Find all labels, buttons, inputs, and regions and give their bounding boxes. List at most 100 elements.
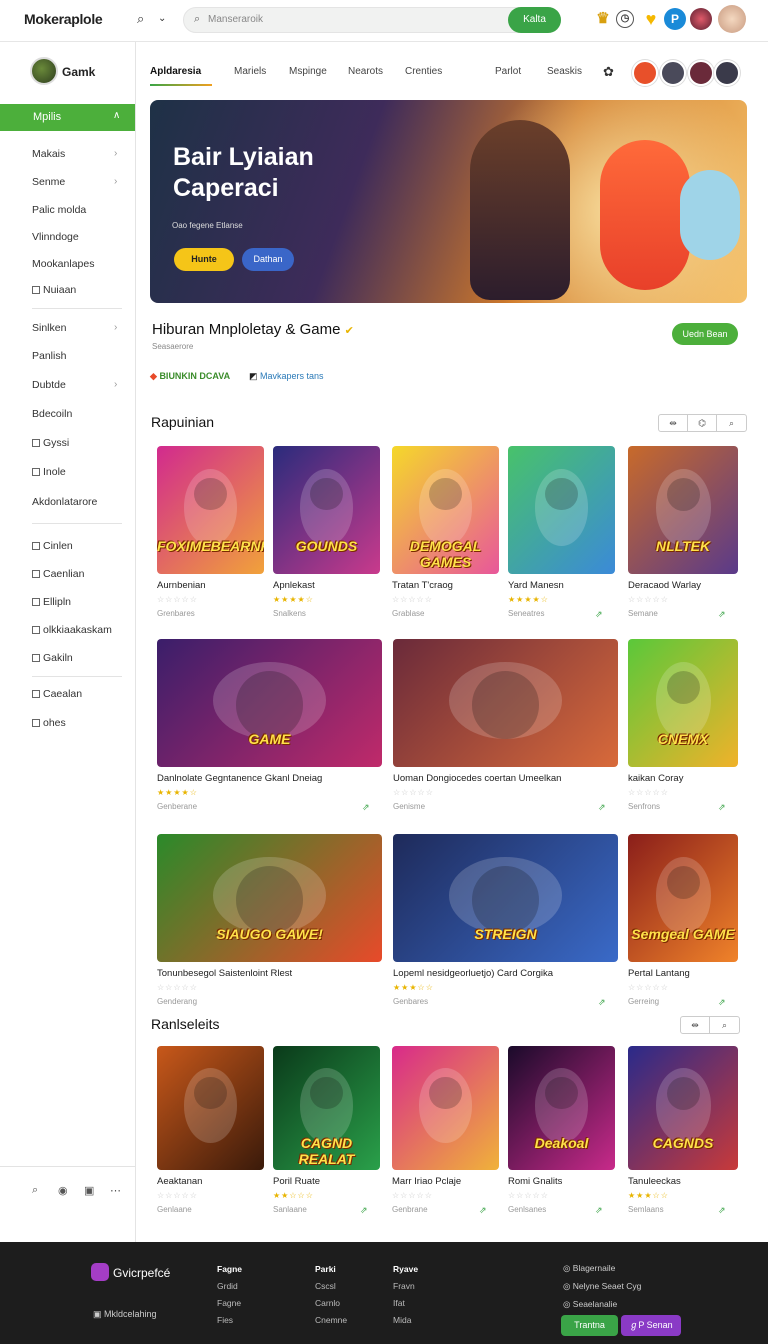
footer-link[interactable]: Fagne — [217, 1295, 242, 1312]
search-bar[interactable]: ⌕ Manseraroik Kalta — [183, 7, 561, 33]
site-logo[interactable]: Mokeraplole — [24, 11, 103, 27]
game-title[interactable]: Romi Gnalits — [508, 1176, 562, 1187]
sidebar-item-check[interactable]: Gakiln — [32, 652, 73, 664]
game-thumbnail[interactable]: GOUNDS — [273, 446, 380, 574]
game-thumbnail[interactable]: Deakoal — [508, 1046, 615, 1170]
game-title[interactable]: Lopeml nesidgeorluetjo) Card Corgika — [393, 968, 553, 979]
game-card[interactable]: CNEMX kaikan Coray ☆☆☆☆☆ Senfrons ⇗ — [628, 639, 738, 813]
search-button[interactable]: Kalta — [508, 7, 561, 33]
user-avatar[interactable] — [690, 8, 712, 30]
search-icon[interactable]: ⌕ — [32, 1184, 38, 1197]
footer-list-item[interactable]: ◎ Blagernaile — [563, 1259, 641, 1277]
game-card[interactable]: GAME Danlnolate Gegntanence Gkanl Dneiag ★… — [157, 639, 382, 813]
tab[interactable]: Mspinge — [289, 66, 327, 77]
filter-icon[interactable]: ⇹ — [681, 1017, 710, 1033]
game-thumbnail[interactable]: CNEMX — [628, 639, 738, 767]
game-thumbnail[interactable]: DEMOGAL GAMES — [392, 446, 499, 574]
footer-link[interactable]: Ifat — [393, 1295, 418, 1312]
tab[interactable]: Parlot — [495, 66, 521, 77]
game-title[interactable]: kaikan Coray — [628, 773, 683, 784]
game-card[interactable]: CAGND REALAT Poril Ruate ★★☆☆☆ Sanlaane ⇗ — [273, 1046, 380, 1216]
game-thumbnail[interactable]: FOXIMEBEARNK — [157, 446, 264, 574]
game-thumbnail[interactable]: SIAUGO GAWE! — [157, 834, 382, 962]
game-title[interactable]: Deracaod Warlay — [628, 580, 701, 591]
game-card[interactable]: FOXIMEBEARNK Aurnbenian ☆☆☆☆☆ Grenbares — [157, 446, 264, 620]
trophy-icon[interactable]: ♛ — [592, 8, 614, 30]
footer-link[interactable]: Cscsl — [315, 1278, 347, 1295]
heart-icon[interactable]: ♥ — [640, 8, 662, 30]
game-card[interactable]: Marr Iriao Pclaje ☆☆☆☆☆ Genbrane ⇗ — [392, 1046, 499, 1216]
badge[interactable]: ◩ Mavkapers tans — [249, 371, 324, 382]
game-thumbnail[interactable]: NLLTEK — [628, 446, 738, 574]
info-icon[interactable]: ◉ — [58, 1184, 68, 1197]
game-title[interactable]: Aeaktanan — [157, 1176, 202, 1187]
search-icon[interactable]: ⌕ — [137, 11, 144, 27]
sidebar-item-check[interactable]: Ellipln — [32, 596, 71, 608]
sidebar-item-check[interactable]: Caenlian — [32, 568, 84, 580]
game-title[interactable]: Apnlekast — [273, 580, 315, 591]
game-thumbnail[interactable]: Semgeal GAME — [628, 834, 738, 962]
footer-purple-button[interactable]: ℊP Senan — [621, 1315, 681, 1336]
footer-list-item[interactable]: ◎ Seaelanalie — [563, 1295, 641, 1313]
user-avatar[interactable] — [632, 60, 658, 86]
sort-icon[interactable]: ⌬ — [688, 415, 717, 431]
sidebar-item-check[interactable]: Caealan — [32, 688, 82, 700]
sidebar-item-check[interactable]: Nuiaan — [32, 284, 76, 296]
game-card[interactable]: DEMOGAL GAMES Tratan T'craog ☆☆☆☆☆ Grablase — [392, 446, 499, 620]
tab[interactable]: Nearots — [348, 66, 383, 77]
search-input[interactable]: Manseraroik — [208, 14, 263, 25]
sidebar-item[interactable]: Sinlken — [32, 322, 66, 334]
game-thumbnail[interactable]: CAGND REALAT — [273, 1046, 380, 1170]
game-thumbnail[interactable] — [393, 639, 618, 767]
sidebar-item[interactable]: Makais — [32, 148, 65, 160]
tab[interactable]: Apldaresia — [150, 66, 201, 77]
footer-logo[interactable]: Gvicrpefcé — [91, 1263, 170, 1281]
game-card[interactable]: GOUNDS Apnlekast ★★★★☆ Snalkens — [273, 446, 380, 620]
user-avatar[interactable] — [688, 60, 714, 86]
game-card[interactable]: Yard Manesn ★★★★☆ Seneatres ⇗ — [508, 446, 615, 620]
game-thumbnail[interactable]: GAME — [157, 639, 382, 767]
game-title[interactable]: Yard Manesn — [508, 580, 564, 591]
game-title[interactable]: Poril Ruate — [273, 1176, 320, 1187]
game-title[interactable]: Danlnolate Gegntanence Gkanl Dneiag — [157, 773, 322, 784]
footer-link[interactable]: Fravn — [393, 1278, 418, 1295]
sidebar-item-check[interactable]: Cinlen — [32, 540, 73, 552]
footer-marketing[interactable]: ▣ Mkldcelahing — [93, 1309, 157, 1320]
tab[interactable]: Seaskis — [547, 66, 582, 77]
game-card[interactable]: SIAUGO GAWE! Tonunbesegol Saistenloint Rl… — [157, 834, 382, 1008]
game-title[interactable]: Tonunbesegol Saistenloint Rlest — [157, 968, 292, 979]
sidebar-item[interactable]: Mookanlapes — [32, 258, 94, 270]
section-button[interactable]: Uedn Bean — [672, 323, 738, 345]
footer-list-item[interactable]: ◎ Nelyne Seaet Cyg — [563, 1277, 641, 1295]
game-card[interactable]: CAGNDS Tanuleeckas ★★★☆☆ Semlaans ⇗ — [628, 1046, 738, 1216]
game-title[interactable]: Marr Iriao Pclaje — [392, 1176, 461, 1187]
sidebar-item[interactable]: Akdonlatarore — [32, 496, 97, 508]
game-title[interactable]: Pertal Lantang — [628, 968, 690, 979]
sidebar-item[interactable]: Dubtde — [32, 379, 66, 391]
search-icon[interactable]: ⌕ — [717, 415, 746, 431]
footer-link[interactable]: Carnlo — [315, 1295, 347, 1312]
p-badge-icon[interactable]: P — [664, 8, 686, 30]
footer-link[interactable]: Fies — [217, 1312, 242, 1329]
game-thumbnail[interactable] — [392, 1046, 499, 1170]
tab[interactable]: Mariels — [234, 66, 266, 77]
game-card[interactable]: Semgeal GAME Pertal Lantang ☆☆☆☆☆ Gerreing ⇗ — [628, 834, 738, 1008]
game-title[interactable]: Uoman Dongiocedes coertan Umeelkan — [393, 773, 561, 784]
sidebar-item[interactable]: Panlish — [32, 350, 66, 362]
sidebar-item-check[interactable]: Gyssi — [32, 437, 69, 449]
sidebar-item-check[interactable]: olkkiaakaskam — [32, 624, 112, 636]
game-thumbnail[interactable]: CAGNDS — [628, 1046, 738, 1170]
game-title[interactable]: Tanuleeckas — [628, 1176, 681, 1187]
footer-link[interactable]: Grdid — [217, 1278, 242, 1295]
footer-green-button[interactable]: Trantna — [561, 1315, 618, 1336]
badge[interactable]: ◆ BIUNKIN DCAVA — [150, 371, 230, 382]
user-avatar-2[interactable] — [718, 5, 746, 33]
game-card[interactable]: Deakoal Romi Gnalits ☆☆☆☆☆ Genlsanes ⇗ — [508, 1046, 615, 1216]
settings-icon[interactable]: ✿ — [603, 64, 614, 80]
sidebar-item-check[interactable]: Inole — [32, 466, 66, 478]
hero-secondary-button[interactable]: Dathan — [242, 248, 294, 271]
game-thumbnail[interactable] — [157, 1046, 264, 1170]
search-icon[interactable]: ⌕ — [710, 1017, 739, 1033]
chevron-down-icon[interactable]: ⌄ — [158, 13, 166, 24]
user-avatar[interactable] — [714, 60, 740, 86]
